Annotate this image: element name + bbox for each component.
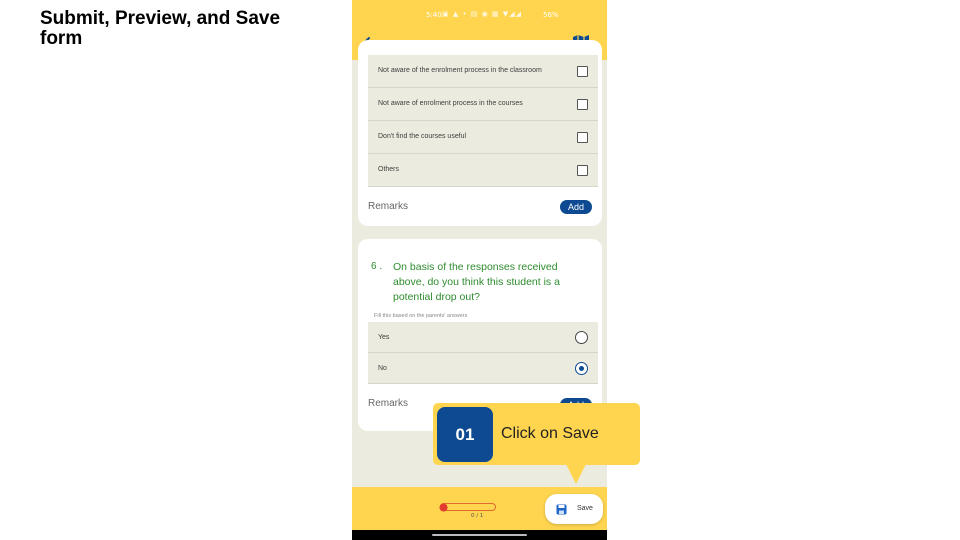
question-number: 6 . [371, 261, 383, 272]
callout-pointer [566, 464, 586, 484]
checkbox[interactable] [577, 99, 588, 110]
status-time: 5:40 [426, 11, 442, 19]
option-label: Yes [378, 334, 390, 341]
save-button[interactable]: Save [545, 494, 603, 524]
radio-options: Yes No [368, 322, 598, 384]
battery-level: 56% [543, 11, 559, 19]
progress-text: 0 / 1 [471, 513, 484, 519]
checkbox-option[interactable]: Not aware of the enrolment process in th… [368, 55, 598, 88]
tutorial-slide: Submit, Preview, and Save form 5:40 ▣ ▲ … [0, 0, 960, 540]
slide-title: Submit, Preview, and Save form [40, 8, 281, 49]
option-label: Don't find the courses useful [378, 133, 467, 140]
home-gesture-pill[interactable] [432, 534, 527, 536]
checkbox[interactable] [577, 66, 588, 77]
checkbox-option[interactable]: Not aware of enrolment process in the co… [368, 88, 598, 121]
callout-text: Click on Save [501, 425, 599, 442]
remarks-label: Remarks [368, 201, 409, 212]
tutorial-callout: 01 Click on Save [433, 403, 640, 465]
question-text: On basis of the responses received above… [393, 261, 560, 303]
callout-step-number: 01 [437, 407, 493, 462]
radio-button[interactable] [575, 331, 588, 344]
progress-dot-icon [439, 503, 448, 511]
status-icons: ▣ ▲ • ▤ ◉ ▦ ▼◢◢ [442, 10, 522, 18]
add-remarks-button[interactable]: Add [560, 200, 592, 214]
status-bar: 5:40 ▣ ▲ • ▤ ◉ ▦ ▼◢◢ 56% [352, 8, 607, 24]
checkbox-option[interactable]: Others [368, 154, 598, 187]
bottom-bar: 0 / 1 Save [352, 487, 607, 530]
option-label: Others [378, 166, 400, 173]
checkbox-options: Not aware of the enrolment process in th… [368, 55, 598, 187]
question-hint: Fill this based on the parents' answers [374, 313, 468, 319]
save-label: Save [577, 505, 593, 512]
remarks-label: Remarks [368, 398, 409, 409]
option-label: Not aware of enrolment process in the co… [378, 100, 523, 107]
system-nav-bar [352, 530, 607, 540]
question-card-5: Not aware of the enrolment process in th… [358, 40, 602, 226]
radio-button-selected[interactable] [575, 362, 588, 375]
radio-option-no[interactable]: No [368, 353, 598, 384]
checkbox-option[interactable]: Don't find the courses useful [368, 121, 598, 154]
checkbox[interactable] [577, 165, 588, 176]
save-floppy-icon [556, 504, 567, 515]
checkbox[interactable] [577, 132, 588, 143]
progress-bar [439, 503, 496, 511]
radio-option-yes[interactable]: Yes [368, 322, 598, 353]
option-label: Not aware of the enrolment process in th… [378, 67, 542, 74]
option-label: No [378, 365, 387, 372]
